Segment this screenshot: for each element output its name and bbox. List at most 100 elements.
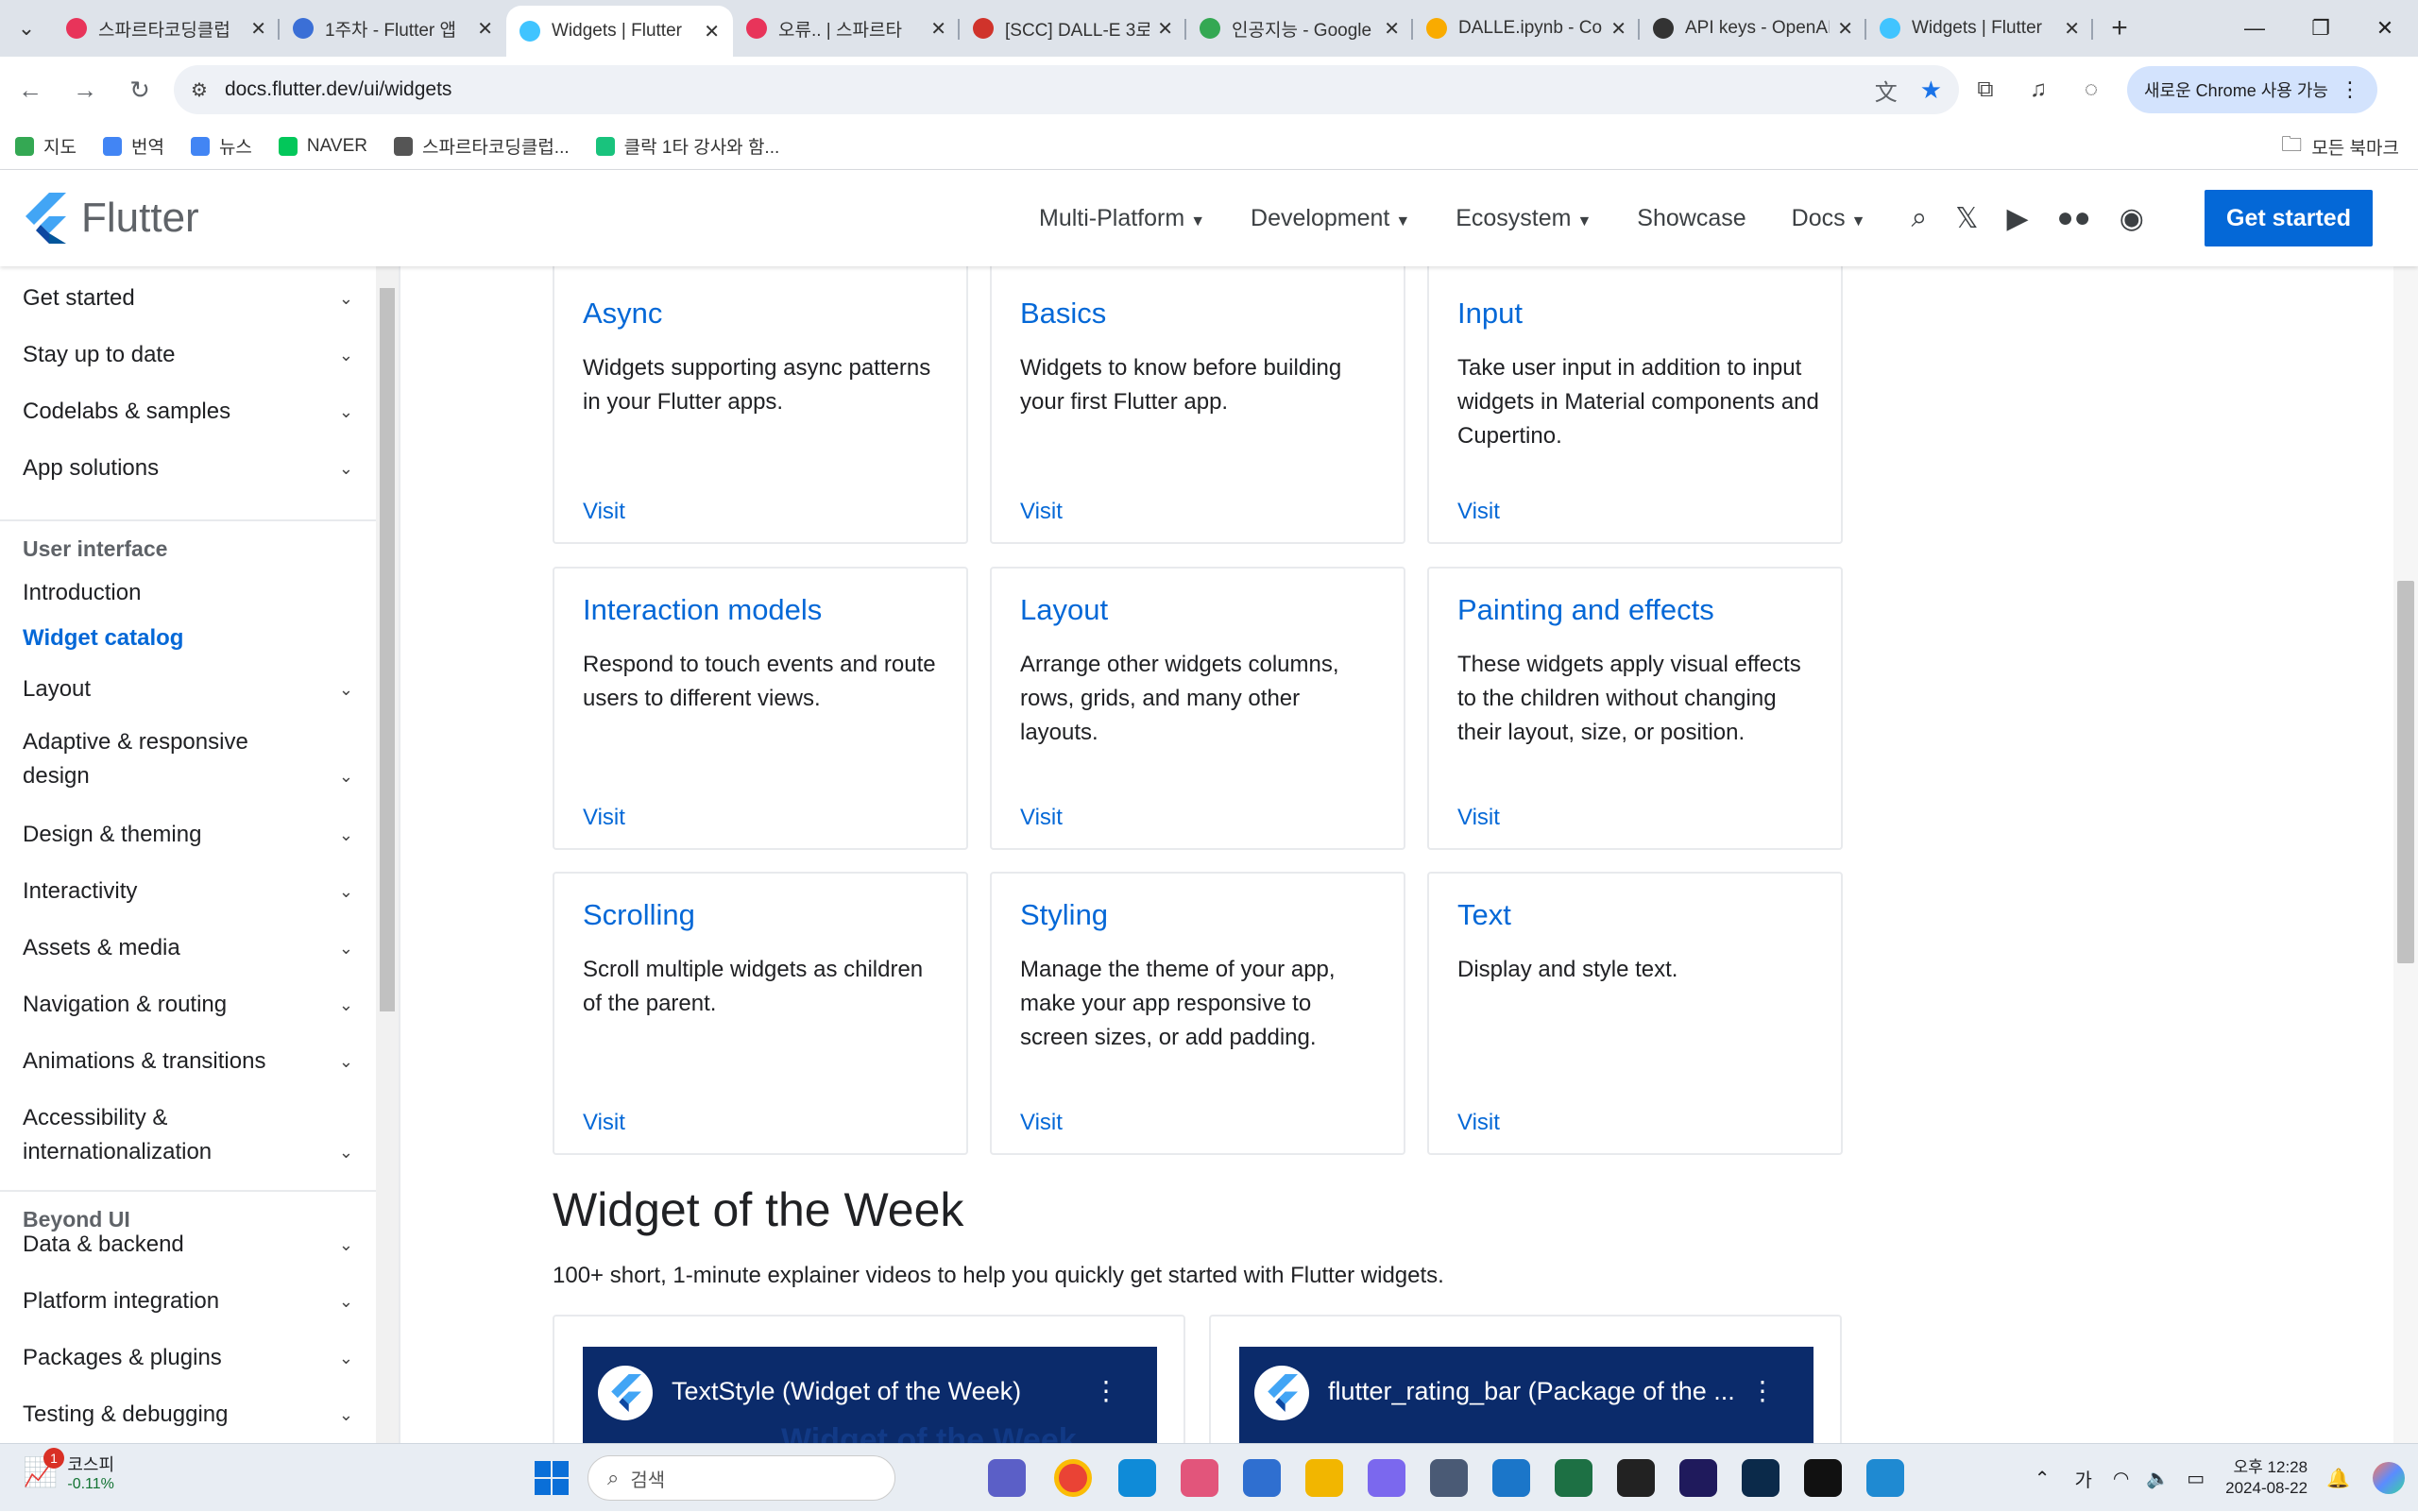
card-title-link[interactable]: Input xyxy=(1457,297,1523,331)
nav-item-showcase[interactable]: Showcase xyxy=(1637,205,1745,232)
chevron-up-icon[interactable]: ⌃ xyxy=(2035,1467,2051,1490)
tab-close-icon[interactable]: ✕ xyxy=(1610,17,1626,41)
ai-app-icon[interactable] xyxy=(1181,1459,1218,1497)
tab-close-icon[interactable]: ✕ xyxy=(930,17,946,41)
file-explorer-icon[interactable] xyxy=(1305,1459,1343,1497)
tab-close-icon[interactable]: ✕ xyxy=(704,20,720,43)
flutter-logo[interactable]: Flutter xyxy=(23,193,199,244)
battery-icon[interactable]: ▭ xyxy=(2187,1467,2205,1490)
github-icon[interactable]: ◉ xyxy=(2120,202,2144,235)
sidebar-item[interactable]: Interactivity ⌄ xyxy=(23,875,353,909)
sidebar-item[interactable]: Layout ⌄ xyxy=(23,672,353,706)
tab-close-icon[interactable]: ✕ xyxy=(250,17,266,41)
search-icon[interactable]: ⌕ xyxy=(1911,202,1927,234)
teams-icon[interactable] xyxy=(988,1459,1026,1497)
x-twitter-icon[interactable]: 𝕏 xyxy=(1955,202,1978,235)
sidebar-item[interactable]: Assets & media ⌄ xyxy=(23,931,353,965)
youtube-icon[interactable]: ▶ xyxy=(2006,202,2028,235)
all-bookmarks-button[interactable]: 🗀 모든 북마크 xyxy=(2281,123,2399,170)
sidebar-item[interactable]: Stay up to date ⌄ xyxy=(23,338,353,372)
nav-item-ecosystem[interactable]: Ecosystem ▼ xyxy=(1456,205,1592,232)
more-vert-icon[interactable]: ⋮ xyxy=(1093,1375,1119,1406)
sidebar-link-active[interactable]: Widget catalog xyxy=(23,625,183,652)
card-title-link[interactable]: Styling xyxy=(1020,898,1108,932)
chrome-icon[interactable] xyxy=(1054,1459,1092,1497)
bookmark-item[interactable]: 스파르타코딩클럽... xyxy=(393,133,570,159)
sidebar-item[interactable]: Adaptive & responsive design ⌄ xyxy=(23,725,353,793)
browser-tab[interactable]: Widgets | Flutter ✕ xyxy=(1866,6,2093,51)
card-visit-link[interactable]: Visit xyxy=(1457,1110,1500,1136)
medium-icon[interactable]: ●● xyxy=(2057,202,2091,234)
clock[interactable]: 오후 12:28 2024-08-22 xyxy=(2225,1457,2307,1499)
tab-close-icon[interactable]: ✕ xyxy=(1384,17,1400,41)
card-visit-link[interactable]: Visit xyxy=(1020,805,1063,831)
browser-tab[interactable]: DALLE.ipynb - Colab ✕ xyxy=(1413,6,1640,51)
card-visit-link[interactable]: Visit xyxy=(1020,499,1063,525)
card-visit-link[interactable]: Visit xyxy=(583,499,625,525)
volume-icon[interactable]: 🔈 xyxy=(2146,1467,2170,1490)
page-scrollbar-thumb[interactable] xyxy=(2397,581,2414,963)
browser-tab[interactable]: 인공지능 - Google ✕ xyxy=(1186,6,1413,51)
tab-close-icon[interactable]: ✕ xyxy=(477,17,493,41)
nav-item-docs[interactable]: Docs ▼ xyxy=(1792,205,1866,232)
extensions-icon[interactable]: ⧉ xyxy=(1959,76,2012,103)
sidebar-item[interactable]: Design & theming ⌄ xyxy=(23,818,353,852)
card-title-link[interactable]: Layout xyxy=(1020,593,1108,627)
copilot-icon[interactable] xyxy=(2373,1462,2405,1494)
store-icon[interactable] xyxy=(1243,1459,1281,1497)
acrobat-icon[interactable] xyxy=(1617,1459,1655,1497)
translate-icon[interactable]: 文 xyxy=(1875,74,1898,107)
card-visit-link[interactable]: Visit xyxy=(583,1110,625,1136)
notification-bell-icon[interactable]: 🔔 xyxy=(2326,1467,2350,1490)
bookmark-item[interactable]: 지도 xyxy=(15,133,77,159)
card-title-link[interactable]: Interaction models xyxy=(583,593,822,627)
address-bar[interactable]: ⚙ docs.flutter.dev/ui/widgets 文 ★ xyxy=(174,65,1959,114)
browser-tab[interactable]: 스파르타코딩클럽 ✕ xyxy=(53,6,280,51)
sidebar-item[interactable]: Navigation & routing ⌄ xyxy=(23,988,353,1022)
forward-button[interactable]: → xyxy=(60,65,110,114)
ime-indicator[interactable]: 가 xyxy=(2074,1465,2091,1492)
card-visit-link[interactable]: Visit xyxy=(1457,805,1500,831)
premiere-icon[interactable] xyxy=(1679,1459,1717,1497)
excel-icon[interactable] xyxy=(1555,1459,1592,1497)
nav-item-multi-platform[interactable]: Multi-Platform ▼ xyxy=(1039,205,1205,232)
sidebar-item[interactable]: Testing & debugging ⌄ xyxy=(23,1398,353,1432)
stock-widget[interactable]: 📈 코스피 -0.11% 1 xyxy=(23,1448,114,1493)
browser-tab[interactable]: [SCC] DALL-E 3로 ✕ xyxy=(960,6,1186,51)
tab-close-icon[interactable]: ✕ xyxy=(1837,17,1853,41)
restore-button[interactable]: ❐ xyxy=(2288,0,2354,57)
bookmark-item[interactable]: 클락 1타 강사와 함... xyxy=(595,133,779,159)
browser-tab[interactable]: 오류.. | 스파르타 ✕ xyxy=(733,6,960,51)
browser-tab[interactable]: API keys - OpenAI ✕ xyxy=(1640,6,1866,51)
sidebar-item[interactable]: Accessibility & internationalization ⌄ xyxy=(23,1101,353,1169)
sidebar-item[interactable]: Packages & plugins ⌄ xyxy=(23,1341,353,1375)
tab-close-icon[interactable]: ✕ xyxy=(1157,17,1173,41)
new-tab-button[interactable]: + xyxy=(2093,0,2146,57)
card-title-link[interactable]: Text xyxy=(1457,898,1511,932)
profile-icon[interactable]: ◌ xyxy=(2065,76,2118,103)
pycharm-icon[interactable] xyxy=(1804,1459,1842,1497)
close-window-button[interactable]: ✕ xyxy=(2352,0,2418,57)
sidebar-item[interactable]: Data & backend ⌄ xyxy=(23,1228,353,1262)
bookmark-item[interactable]: 뉴스 xyxy=(190,133,252,159)
wifi-icon[interactable]: ◠ xyxy=(2113,1467,2129,1490)
card-title-link[interactable]: Async xyxy=(583,297,662,331)
photoshop-icon[interactable] xyxy=(1742,1459,1779,1497)
sidebar-item[interactable]: App solutions ⌄ xyxy=(23,451,353,485)
sidebar-item[interactable]: Animations & transitions ⌄ xyxy=(23,1045,353,1079)
taskbar-search[interactable]: ⌕ 검색 xyxy=(587,1455,895,1501)
sidebar-item[interactable]: Platform integration ⌄ xyxy=(23,1284,353,1318)
vscode-icon[interactable] xyxy=(1866,1459,1904,1497)
site-info-icon[interactable]: ⚙ xyxy=(191,78,208,102)
sidebar-item[interactable]: Codelabs & samples ⌄ xyxy=(23,395,353,429)
sidebar-link[interactable]: Introduction xyxy=(23,580,141,606)
card-title-link[interactable]: Basics xyxy=(1020,297,1106,331)
card-visit-link[interactable]: Visit xyxy=(583,805,625,831)
back-button[interactable]: ← xyxy=(6,65,55,114)
browser-tab[interactable]: 1주차 - Flutter 앱 ✕ xyxy=(280,6,506,51)
url-text[interactable]: docs.flutter.dev/ui/widgets xyxy=(225,78,1852,101)
card-visit-link[interactable]: Visit xyxy=(1020,1110,1063,1136)
reload-button[interactable]: ↻ xyxy=(115,65,164,114)
nav-item-development[interactable]: Development ▼ xyxy=(1251,205,1410,232)
bookmark-item[interactable]: 번역 xyxy=(102,133,164,159)
